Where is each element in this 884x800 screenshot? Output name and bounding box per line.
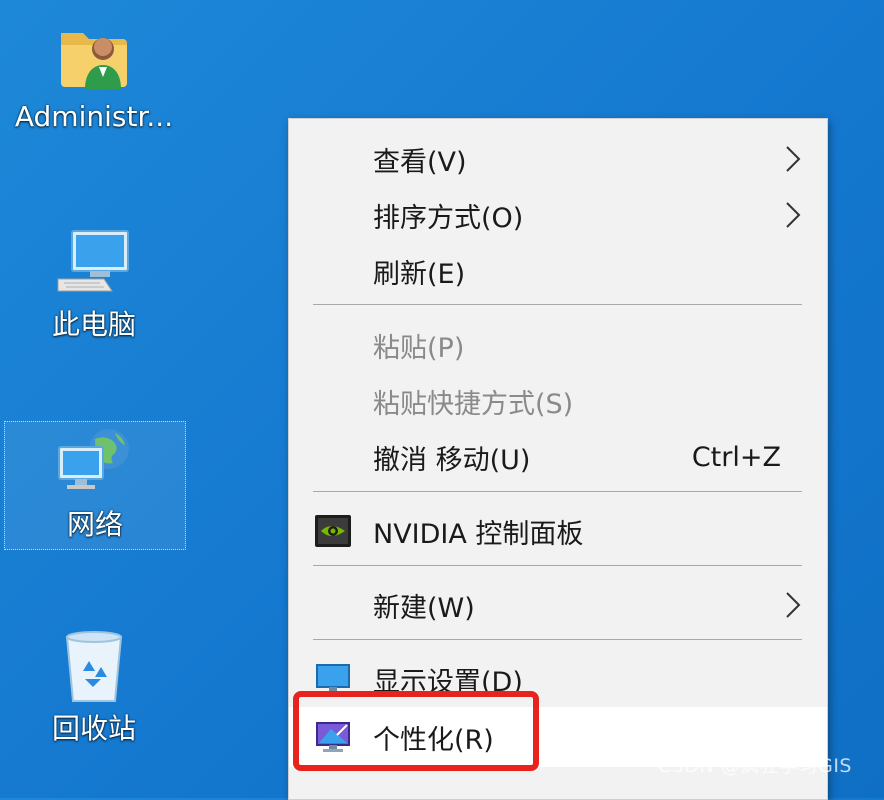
desktop-icon-label: Administr... bbox=[14, 100, 174, 133]
menu-item-view[interactable]: 查看(V) bbox=[289, 131, 827, 187]
user-folder-icon bbox=[54, 14, 134, 94]
menu-item-label: 刷新(E) bbox=[373, 258, 466, 290]
menu-item-label: 粘贴(P) bbox=[373, 332, 465, 364]
watermark: CSDN @疯狂学习GIS bbox=[657, 755, 852, 777]
menu-item-label: 排序方式(O) bbox=[373, 202, 524, 234]
desktop-icon-administrator[interactable]: Administr... bbox=[4, 14, 184, 144]
menu-item-label: 新建(W) bbox=[373, 592, 475, 624]
desktop-icon-label: 网络 bbox=[66, 508, 123, 541]
menu-item-label: NVIDIA 控制面板 bbox=[373, 518, 584, 550]
menu-item-new[interactable]: 新建(W) bbox=[289, 577, 827, 633]
desktop-icon-label: 此电脑 bbox=[51, 308, 136, 341]
chevron-right-icon bbox=[786, 202, 801, 228]
menu-item-undo-move[interactable]: 撤消 移动(U) Ctrl+Z bbox=[289, 429, 827, 485]
computer-icon bbox=[54, 222, 134, 302]
menu-item-shortcut: Ctrl+Z bbox=[691, 441, 781, 473]
menu-item-nvidia-control-panel[interactable]: NVIDIA 控制面板 bbox=[289, 503, 827, 559]
desktop-icon-this-pc[interactable]: 此电脑 bbox=[4, 222, 184, 346]
chevron-right-icon bbox=[786, 146, 801, 172]
chevron-right-icon bbox=[786, 592, 801, 618]
menu-separator bbox=[313, 491, 802, 492]
menu-item-paste: 粘贴(P) bbox=[289, 317, 827, 373]
menu-separator bbox=[313, 639, 802, 640]
menu-item-paste-shortcut: 粘贴快捷方式(S) bbox=[289, 373, 827, 429]
nvidia-icon bbox=[313, 511, 353, 551]
menu-item-label: 查看(V) bbox=[373, 146, 467, 178]
recycle-bin-icon bbox=[54, 626, 134, 706]
desktop-icon-recycle-bin[interactable]: 回收站 bbox=[4, 626, 184, 756]
network-icon bbox=[55, 422, 135, 502]
annotation-highlight-box bbox=[293, 691, 539, 771]
desktop-icon-network[interactable]: 网络 bbox=[4, 421, 186, 550]
menu-item-label: 粘贴快捷方式(S) bbox=[373, 388, 574, 420]
menu-separator bbox=[313, 304, 802, 305]
menu-item-label: 撤消 移动(U) bbox=[373, 444, 531, 476]
menu-item-refresh[interactable]: 刷新(E) bbox=[289, 243, 827, 299]
desktop-icon-label: 回收站 bbox=[51, 712, 136, 745]
menu-separator bbox=[313, 565, 802, 566]
menu-item-sort[interactable]: 排序方式(O) bbox=[289, 187, 827, 243]
